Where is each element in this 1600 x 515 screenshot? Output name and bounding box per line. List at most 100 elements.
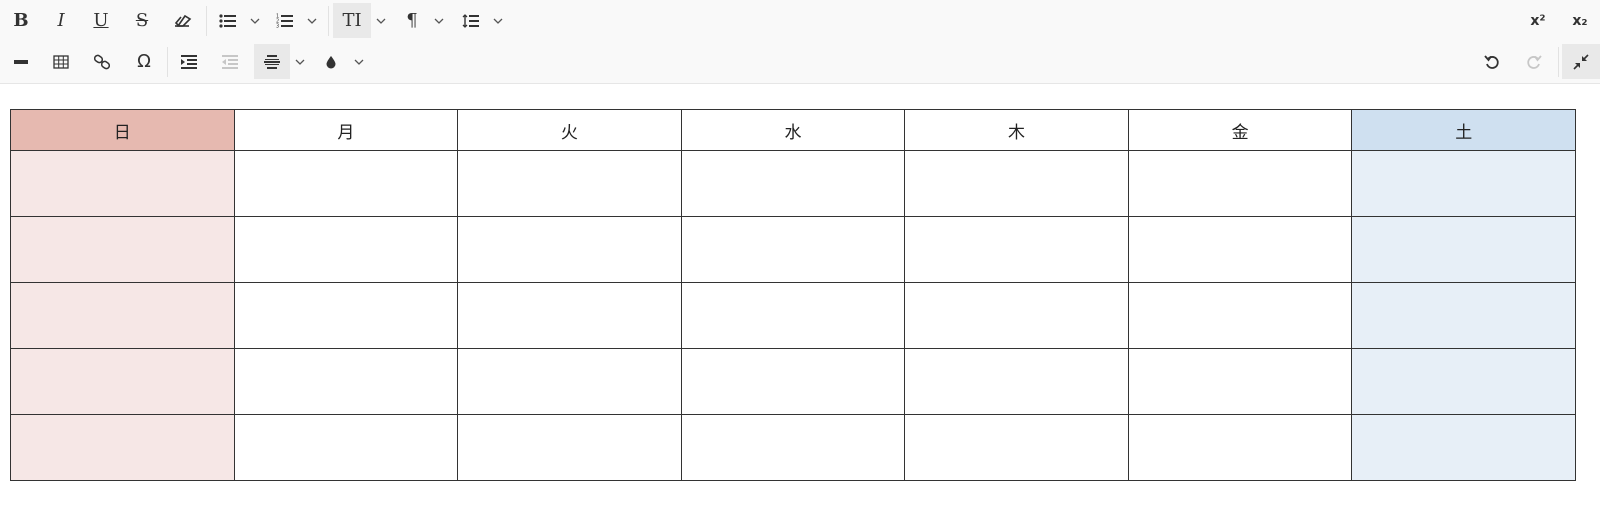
table-cell[interactable] [1127, 414, 1353, 481]
outdent-icon [222, 54, 238, 69]
table-cell[interactable] [10, 282, 235, 349]
table-cell[interactable] [233, 150, 459, 217]
calendar-header: 日 月 火 水 木 金 土 [10, 109, 1576, 151]
toolbar-row-2: Ω [0, 41, 1600, 84]
table-cell[interactable] [1127, 150, 1353, 217]
paragraph-button[interactable]: ¶ [394, 3, 430, 38]
chevron-down-icon [307, 18, 317, 24]
font-color-dropdown[interactable] [352, 44, 366, 79]
table-cell[interactable] [233, 216, 459, 283]
bold-button[interactable]: B [3, 3, 39, 38]
table-cell[interactable] [457, 150, 682, 217]
table-cell[interactable] [904, 282, 1129, 349]
table-cell[interactable] [457, 216, 682, 283]
superscript-button[interactable]: x² [1520, 3, 1556, 38]
bulleted-list-button[interactable] [210, 3, 246, 38]
calendar-body [10, 150, 1576, 481]
header-cell-monday[interactable]: 月 [233, 109, 459, 151]
italic-button[interactable]: I [43, 3, 79, 38]
table-cell[interactable] [1351, 216, 1576, 283]
header-cell-thursday[interactable]: 木 [904, 109, 1129, 151]
line-height-dropdown[interactable] [491, 3, 505, 38]
paragraph-icon: ¶ [406, 10, 418, 31]
header-cell-tuesday[interactable]: 火 [457, 109, 682, 151]
table-icon [53, 54, 69, 69]
bulleted-list-dropdown[interactable] [248, 3, 262, 38]
numbered-list-button[interactable]: 1 2 3 [267, 3, 303, 38]
special-characters-button[interactable]: Ω [126, 44, 162, 79]
redo-icon [1527, 54, 1542, 69]
toolbar-separator [206, 6, 207, 36]
undo-icon [1484, 54, 1499, 69]
table-cell[interactable] [904, 348, 1129, 415]
redo-button[interactable] [1516, 44, 1552, 79]
link-icon [93, 54, 111, 69]
table-cell[interactable] [1351, 414, 1576, 481]
header-cell-wednesday[interactable]: 水 [680, 109, 906, 151]
table-cell[interactable] [457, 414, 682, 481]
paragraph-dropdown[interactable] [432, 3, 446, 38]
table-row [10, 414, 1576, 481]
toolbar-row-1: B I U S 1 2 3 TI ¶ x² x₂ [0, 0, 1600, 42]
table-cell[interactable] [233, 282, 459, 349]
header-cell-saturday[interactable]: 土 [1351, 109, 1576, 151]
toolbar-separator [167, 47, 168, 77]
table-cell[interactable] [680, 216, 906, 283]
line-height-button[interactable] [453, 3, 489, 38]
table-cell[interactable] [680, 348, 906, 415]
table-cell[interactable] [10, 150, 235, 217]
subscript-button[interactable]: x₂ [1562, 3, 1598, 38]
table-cell[interactable] [10, 348, 235, 415]
numbered-list-dropdown[interactable] [305, 3, 319, 38]
remove-format-button[interactable] [164, 3, 200, 38]
font-size-button[interactable]: TI [333, 3, 371, 38]
strikethrough-button[interactable]: S [124, 3, 160, 38]
table-cell[interactable] [1351, 150, 1576, 217]
table-cell[interactable] [1127, 348, 1353, 415]
header-row: 日 月 火 水 木 金 土 [10, 109, 1576, 151]
minimize-button[interactable] [1562, 44, 1600, 79]
chevron-down-icon [295, 59, 305, 65]
subscript-icon: x₂ [1572, 12, 1588, 29]
toolbar-separator [1558, 47, 1559, 77]
calendar-table[interactable]: 日 月 火 水 木 金 土 [10, 109, 1576, 481]
insert-table-button[interactable] [43, 44, 79, 79]
table-cell[interactable] [457, 348, 682, 415]
table-cell[interactable] [1127, 282, 1353, 349]
chevron-down-icon [354, 59, 364, 65]
underline-button[interactable]: U [83, 3, 119, 38]
table-cell[interactable] [233, 414, 459, 481]
chevron-down-icon [376, 18, 386, 24]
table-cell[interactable] [680, 150, 906, 217]
header-cell-friday[interactable]: 金 [1127, 109, 1353, 151]
table-cell[interactable] [1351, 348, 1576, 415]
chevron-down-icon [434, 18, 444, 24]
minimize-icon [1573, 53, 1589, 70]
table-cell[interactable] [680, 282, 906, 349]
table-row [10, 348, 1576, 415]
undo-button[interactable] [1474, 44, 1510, 79]
table-cell[interactable] [904, 216, 1129, 283]
table-cell[interactable] [10, 414, 235, 481]
indent-button[interactable] [171, 44, 207, 79]
table-cell[interactable] [1351, 282, 1576, 349]
outdent-button[interactable] [212, 44, 248, 79]
font-size-dropdown[interactable] [374, 3, 388, 38]
header-cell-sunday[interactable]: 日 [10, 109, 235, 151]
table-cell[interactable] [1127, 216, 1353, 283]
table-cell[interactable] [904, 150, 1129, 217]
table-cell[interactable] [457, 282, 682, 349]
table-cell[interactable] [680, 414, 906, 481]
align-dropdown[interactable] [293, 44, 307, 79]
font-color-button[interactable] [313, 44, 349, 79]
table-cell[interactable] [10, 216, 235, 283]
table-cell[interactable] [233, 348, 459, 415]
indent-icon [181, 54, 197, 69]
strikethrough-icon: S [135, 10, 149, 31]
horizontal-line-button[interactable] [3, 44, 39, 79]
toolbar-separator [328, 6, 329, 36]
align-center-button[interactable] [254, 44, 290, 79]
align-center-icon [264, 54, 280, 69]
link-button[interactable] [84, 44, 120, 79]
table-cell[interactable] [904, 414, 1129, 481]
